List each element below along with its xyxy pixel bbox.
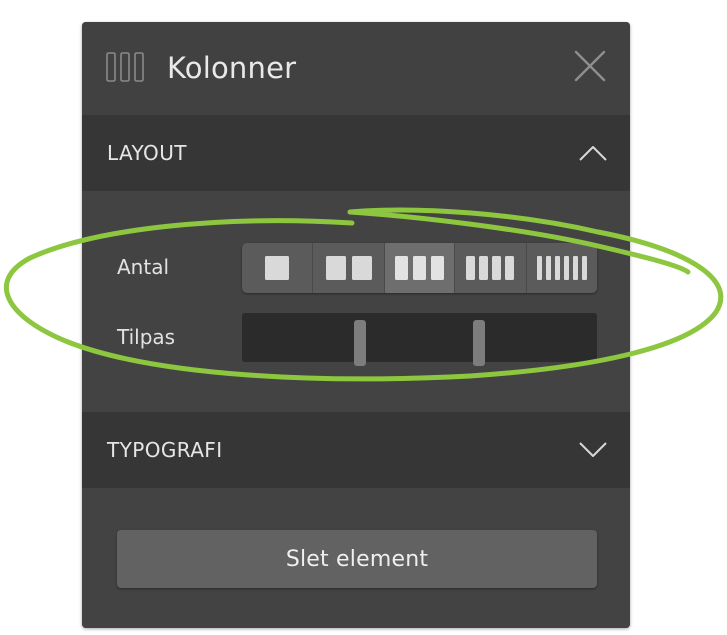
panel-title: Kolonner <box>167 51 297 85</box>
layout-section-label: LAYOUT <box>107 141 187 165</box>
columns-icon <box>106 52 144 82</box>
typography-section-header[interactable]: TYPOGRAFI <box>82 412 630 488</box>
count-label: Antal <box>117 255 170 279</box>
layout-section-header[interactable]: LAYOUT <box>82 115 630 191</box>
panel-footer: Slet element <box>82 488 630 628</box>
one-column-icon <box>265 256 289 280</box>
chevron-up-icon[interactable] <box>578 139 608 167</box>
column-count-2-button[interactable] <box>313 243 385 293</box>
column-count-1-button[interactable] <box>242 243 313 293</box>
column-width-slider[interactable] <box>242 313 597 366</box>
column-count-3-button[interactable] <box>385 243 455 293</box>
typography-section-label: TYPOGRAFI <box>107 438 223 462</box>
column-divider-handle-2[interactable] <box>473 320 485 366</box>
panel-header: Kolonner <box>82 22 630 115</box>
column-count-6-button[interactable] <box>527 243 597 293</box>
column-divider-handle-1[interactable] <box>354 320 366 366</box>
three-columns-icon <box>394 256 444 280</box>
column-count-selector <box>242 243 597 293</box>
fit-label: Tilpas <box>117 325 176 349</box>
four-columns-icon <box>465 256 514 280</box>
delete-element-button[interactable]: Slet element <box>117 530 597 588</box>
chevron-down-icon[interactable] <box>578 436 608 464</box>
layout-section-body: Antal Tilpas <box>82 191 630 412</box>
close-icon[interactable] <box>572 48 608 84</box>
six-columns-icon <box>537 256 587 280</box>
column-settings-panel: Kolonner LAYOUT Antal Tilpas TYPOGRAFI S… <box>82 22 630 628</box>
two-columns-icon <box>325 256 372 280</box>
column-count-4-button[interactable] <box>455 243 527 293</box>
